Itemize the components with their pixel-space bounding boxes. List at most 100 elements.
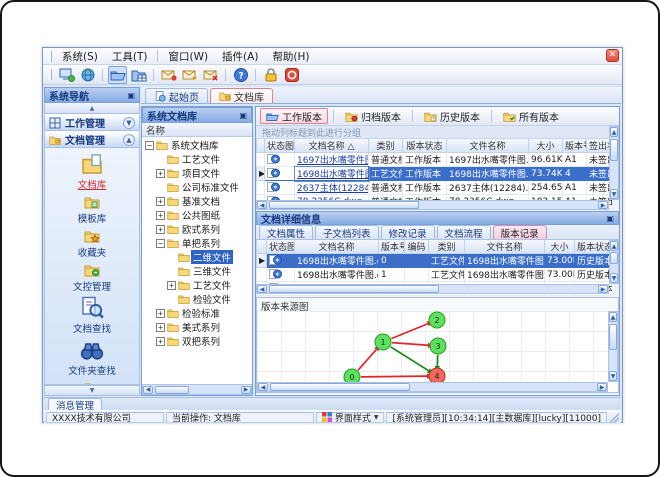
scroll-right-icon[interactable]: ▶ <box>597 383 607 391</box>
tree-item[interactable]: − 单把系列 <box>142 236 252 250</box>
tree-item[interactable]: + 检验标准 <box>142 306 252 320</box>
lock-button[interactable] <box>261 66 280 84</box>
tree-item[interactable]: −公司标准文件 <box>142 180 252 194</box>
graph-vscrollbar[interactable]: ▲ ▼ <box>608 311 618 382</box>
scroll-thumb[interactable] <box>610 139 618 161</box>
scroll-right-icon[interactable]: ▶ <box>598 285 608 293</box>
scroll-down-icon[interactable]: ▼ <box>610 189 618 199</box>
scroll-thumb[interactable] <box>269 285 439 293</box>
collapse-icon[interactable]: − <box>145 140 154 150</box>
tab-子文档列表[interactable]: 子文档列表 <box>315 225 379 240</box>
chevron-down-icon[interactable]: ▼ <box>123 116 135 129</box>
expand-icon[interactable]: + <box>156 308 165 318</box>
versions-hscrollbar[interactable]: ◀ ▶ <box>256 284 609 294</box>
column-header-大小[interactable]: 大小 <box>528 139 563 153</box>
sidebar-item-folder-control[interactable]: 文控管理 <box>50 262 135 293</box>
scroll-down-icon[interactable]: ▼ <box>609 371 617 381</box>
tree-hscrollbar[interactable]: ◀ ▶ <box>142 384 252 395</box>
tree-item[interactable]: + 工艺文件 <box>142 278 252 292</box>
table-row[interactable]: ▶1698出水嘴零件图.dwg工艺文件工作版本1698出水嘴零件图.dwg73.… <box>256 165 613 182</box>
nav-group-documents[interactable]: 文档管理 ▲ <box>44 131 140 148</box>
scroll-up-icon[interactable]: ▲ <box>609 312 617 322</box>
menu-item[interactable]: 工具(T) <box>105 48 155 65</box>
folder-open-button[interactable] <box>108 65 127 84</box>
scroll-thumb[interactable] <box>270 383 410 391</box>
scroll-down-icon[interactable]: ▼ <box>610 273 618 283</box>
tab-文档属性[interactable]: 文档属性 <box>259 225 314 240</box>
scroll-up-icon[interactable]: ▲ <box>610 127 618 137</box>
column-header-版本状态[interactable]: 版本状态 <box>574 240 613 254</box>
versions-vscrollbar[interactable]: ▲ ▼ <box>609 240 619 284</box>
tree-item[interactable]: −二维文件 <box>142 250 252 264</box>
tree-item[interactable]: −工艺文件 <box>142 152 252 166</box>
scroll-left-icon[interactable]: ◀ <box>258 383 268 391</box>
sidebar-item-binoculars[interactable]: 文件夹查找 <box>50 338 135 377</box>
scroll-thumb[interactable] <box>155 385 189 394</box>
tree-item[interactable]: −检验文件 <box>142 292 252 306</box>
graph-hscrollbar[interactable]: ◀ ▶ <box>257 382 608 392</box>
menu-item[interactable]: 窗口(W) <box>161 48 215 65</box>
tab-文档流程[interactable]: 文档流程 <box>436 225 491 240</box>
document-link[interactable]: 1698出水嘴零件图.dwg <box>297 170 368 180</box>
button-工作版本[interactable]: 工作版本 <box>260 108 328 124</box>
expand-icon[interactable]: + <box>156 196 165 206</box>
tree-item[interactable]: + 基准文档 <box>142 194 252 208</box>
chevron-up-icon[interactable]: ▲ <box>123 133 135 146</box>
table-row[interactable]: 1698出水嘴零件图.dwg1工艺文件1698出水嘴零件图.dwg73.00KB… <box>256 267 613 282</box>
button-归档版本[interactable]: 归档版本 <box>339 108 407 124</box>
button-历史版本[interactable]: 历史版本 <box>418 108 486 124</box>
pushpin-icon[interactable]: ▣ <box>127 91 135 100</box>
tree-item[interactable]: + 项目文件 <box>142 166 252 180</box>
documents-hscrollbar[interactable]: ◀ ▶ <box>256 200 609 210</box>
sidebar-scroll-down[interactable]: ▼ <box>44 385 140 396</box>
resize-grip[interactable] <box>609 411 619 423</box>
menu-item[interactable]: 帮助(H) <box>265 48 316 65</box>
tree-item[interactable]: + 美式系列 <box>142 320 252 334</box>
scroll-left-icon[interactable]: ◀ <box>257 201 267 209</box>
mail-send-button[interactable] <box>180 66 199 84</box>
version-graph-canvas[interactable]: 0 1 2 3 4 <box>257 311 608 382</box>
column-header-编码[interactable]: 编码 <box>404 240 429 254</box>
sidebar-item-folder-doc[interactable]: 文档库 <box>50 152 135 191</box>
document-link[interactable]: 1697出水嘴零件图.dwg <box>297 156 368 166</box>
mail-button[interactable] <box>159 66 178 84</box>
scroll-thumb[interactable] <box>269 201 419 209</box>
nav-group-work[interactable]: 工作管理 ▼ <box>44 114 140 131</box>
scroll-thumb[interactable] <box>610 252 618 264</box>
sidebar-scroll-up[interactable]: ▲ <box>44 103 140 114</box>
folder-grid-button[interactable] <box>129 66 148 84</box>
scroll-right-icon[interactable]: ▶ <box>598 201 608 209</box>
tree-item[interactable]: − 系统文档库 <box>142 138 252 152</box>
column-header-版本状态[interactable]: 版本状态 <box>402 139 447 153</box>
globe-button[interactable] <box>78 66 97 84</box>
documents-vscrollbar[interactable]: ▲ ▼ <box>609 126 619 200</box>
column-header-版本号[interactable]: 版本号 <box>562 139 587 153</box>
column-header-大小[interactable]: 大小 <box>544 240 575 254</box>
column-header-状态图[interactable]: 状态图 <box>264 139 295 153</box>
button-所有版本[interactable]: 所有版本 <box>497 108 565 124</box>
tab-起始页[interactable]: 起始页 <box>145 88 208 104</box>
scroll-up-icon[interactable]: ▲ <box>610 241 618 251</box>
scroll-thumb[interactable] <box>609 324 617 350</box>
tree-column-header[interactable]: 名称 <box>142 123 252 137</box>
power-button[interactable] <box>282 66 301 84</box>
table-row[interactable]: ▶1698出水嘴零件图.dwg0工艺文件1698出水嘴零件图.dwg73.00K… <box>256 253 613 268</box>
column-header-文件名称[interactable]: 文件名称 <box>464 240 545 254</box>
table-row[interactable]: 1697出水嘴零件图.dwg普通文档工作版本1697出水嘴零件图.dwg96.6… <box>256 152 613 167</box>
scroll-left-icon[interactable]: ◀ <box>257 285 267 293</box>
column-header-版本号[interactable]: 版本号 <box>378 240 405 254</box>
monitor-button[interactable] <box>57 66 76 84</box>
tree-pushpin-icon[interactable]: ▣ <box>239 111 247 120</box>
scroll-right-icon[interactable]: ▶ <box>241 385 251 394</box>
style-selector[interactable]: 界面样式 ▼ <box>315 411 385 424</box>
tree-item[interactable]: + 公共图纸 <box>142 208 252 222</box>
tree-item[interactable]: + 双把系列 <box>142 334 252 348</box>
tab-文档库[interactable]: 文档库 <box>210 88 273 104</box>
sidebar-item-folder-template[interactable]: 模板库 <box>50 194 135 225</box>
tab-修改记录[interactable]: 修改记录 <box>380 225 435 240</box>
expand-icon[interactable]: + <box>156 224 165 234</box>
column-header-文档名称[interactable]: 文档名称 △ <box>294 139 369 153</box>
column-header-文件名称[interactable]: 文件名称 <box>446 139 529 153</box>
column-header-文档名称[interactable]: 文档名称 <box>294 240 379 254</box>
menu-item[interactable]: 系统(S) <box>55 48 105 65</box>
